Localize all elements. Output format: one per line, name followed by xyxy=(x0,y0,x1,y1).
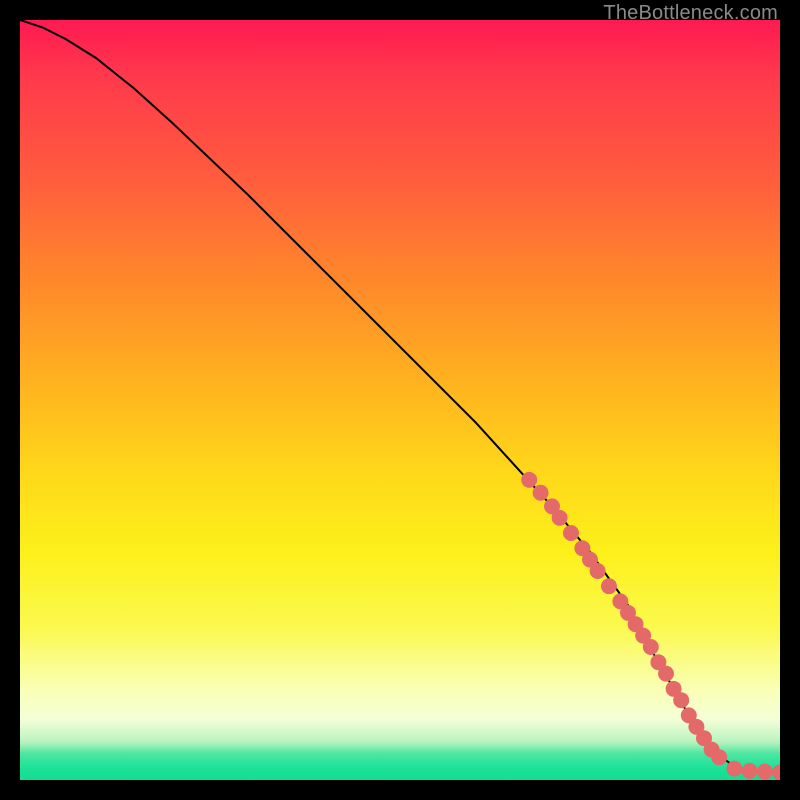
scatter-point xyxy=(673,692,689,708)
scatter-point xyxy=(563,525,579,541)
scatter-point xyxy=(533,485,549,501)
scatter-point xyxy=(726,761,742,777)
scatter-point xyxy=(711,749,727,765)
chart-stage: TheBottleneck.com xyxy=(0,0,800,800)
scatter-point xyxy=(552,510,568,526)
scatter-point xyxy=(643,639,659,655)
main-curve xyxy=(20,20,780,772)
plot-area xyxy=(20,20,780,780)
scatter-point xyxy=(742,763,758,779)
scatter-point xyxy=(757,764,773,780)
scatter-point xyxy=(521,472,537,488)
scatter-point xyxy=(772,764,780,780)
scatter-point xyxy=(658,666,674,682)
plot-svg xyxy=(20,20,780,780)
scatter-point xyxy=(601,578,617,594)
scatter-markers xyxy=(521,472,780,780)
scatter-point xyxy=(590,563,606,579)
